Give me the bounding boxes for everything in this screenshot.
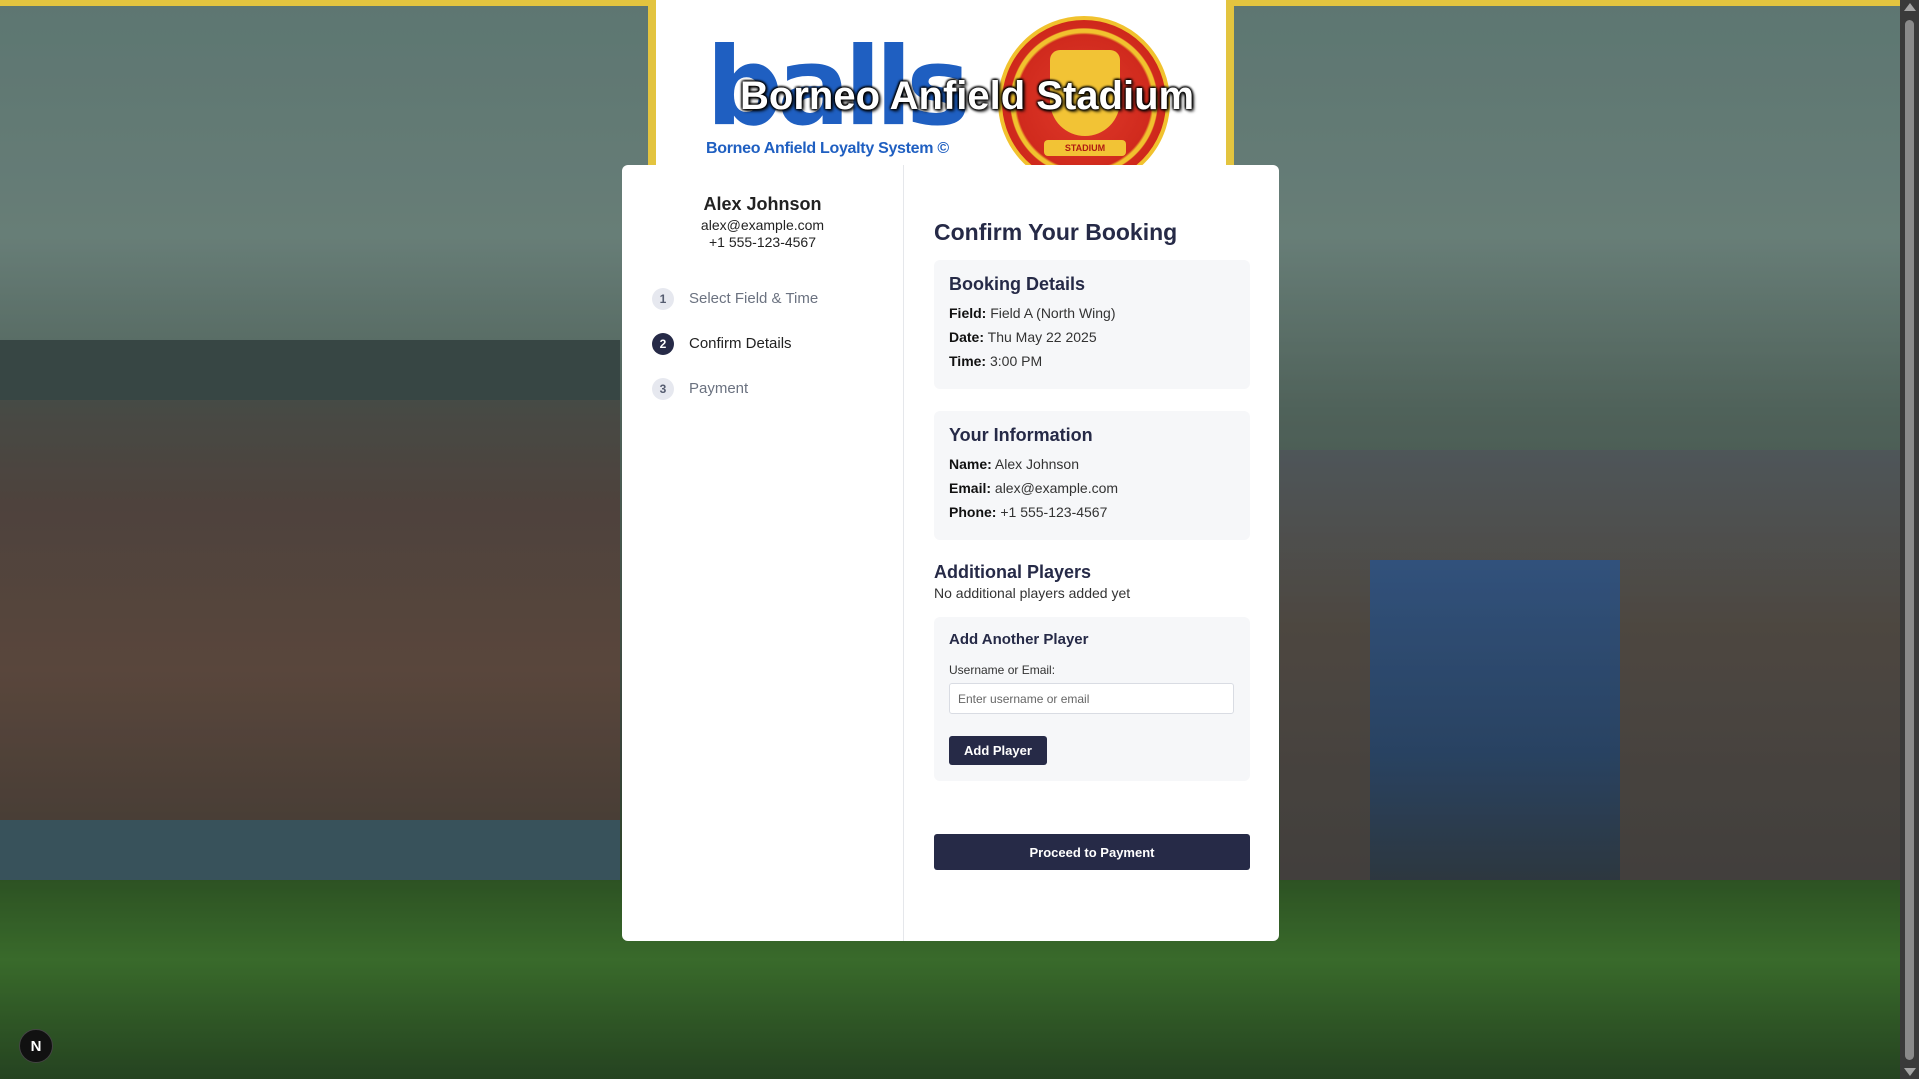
add-player-panel: Add Another Player Username or Email: Ad… (934, 617, 1250, 781)
time-value: 3:00 PM (989, 353, 1043, 369)
step-label: Select Field & Time (689, 290, 819, 307)
step-number: 3 (652, 377, 674, 400)
user-email: alex@example.com (700, 217, 825, 233)
scroll-down-arrow-icon[interactable] (1904, 1068, 1916, 1076)
name-row: Name: Alex Johnson (949, 452, 1235, 476)
booking-details-panel: Booking Details Field: Field A (North Wi… (934, 260, 1250, 389)
time-row: Time: 3:00 PM (949, 349, 1235, 373)
crest-band: STADIUM (1044, 140, 1126, 156)
step-confirm-details[interactable]: 2 Confirm Details (652, 321, 903, 366)
step-select-field-time[interactable]: 1 Select Field & Time (652, 276, 903, 321)
step-number: 1 (652, 287, 674, 310)
user-name: Alex Johnson (703, 194, 822, 214)
field-row: Field: Field A (North Wing) (949, 301, 1235, 325)
dev-tools-badge[interactable]: N (19, 1029, 53, 1063)
add-player-button[interactable]: Add Player (949, 736, 1047, 765)
booking-steps: 1 Select Field & Time 2 Confirm Details … (622, 276, 903, 411)
booking-card: Alex Johnson alex@example.com +1 555-123… (622, 165, 1279, 941)
name-label: Name: (949, 456, 992, 472)
your-information-panel: Your Information Name: Alex Johnson Emai… (934, 411, 1250, 540)
proceed-to-payment-button[interactable]: Proceed to Payment (934, 834, 1250, 870)
logo-subtitle: Borneo Anfield Loyalty System © (706, 140, 949, 157)
phone-value: +1 555-123-4567 (1000, 504, 1108, 520)
field-value: Field A (North Wing) (990, 305, 1116, 321)
step-payment[interactable]: 3 Payment (652, 366, 903, 411)
step-label: Payment (689, 380, 749, 397)
date-label: Date: (949, 329, 985, 345)
step-label: Confirm Details (689, 335, 792, 352)
scroll-thumb[interactable] (1905, 20, 1914, 1060)
additional-players-heading: Additional Players (934, 562, 1092, 582)
top-accent-line-left (0, 0, 650, 6)
name-value: Alex Johnson (994, 456, 1079, 472)
additional-players-section: Additional Players No additional players… (934, 562, 1250, 601)
date-value: Thu May 22 2025 (987, 329, 1097, 345)
stadium-title: Borneo Anfield Stadium (740, 74, 1195, 118)
add-player-heading: Add Another Player (949, 631, 1089, 648)
page-title: Confirm Your Booking (934, 219, 1178, 245)
user-phone: +1 555-123-4567 (708, 234, 817, 250)
phone-label: Phone: (949, 504, 997, 520)
username-email-label: Username or Email: (949, 663, 1056, 677)
date-row: Date: Thu May 22 2025 (949, 325, 1235, 349)
booking-details-heading: Booking Details (949, 274, 1086, 294)
scroll-up-arrow-icon[interactable] (1904, 3, 1916, 11)
page-scrollbar[interactable] (1900, 0, 1919, 1079)
booking-main: Confirm Your Booking Booking Details Fie… (904, 165, 1279, 941)
email-value: alex@example.com (994, 480, 1119, 496)
phone-row: Phone: +1 555-123-4567 (949, 500, 1235, 524)
email-label: Email: (949, 480, 992, 496)
time-label: Time: (949, 353, 987, 369)
field-label: Field: (949, 305, 987, 321)
step-number: 2 (652, 332, 674, 355)
top-accent-line-right (1232, 0, 1900, 6)
no-players-message: No additional players added yet (934, 585, 1131, 601)
your-information-heading: Your Information (949, 425, 1093, 445)
site-header: balls Borneo Anfield Loyalty System © ST… (648, 0, 1234, 188)
booking-sidebar: Alex Johnson alex@example.com +1 555-123… (622, 165, 904, 941)
username-email-input[interactable] (949, 683, 1234, 714)
email-row: Email: alex@example.com (949, 476, 1235, 500)
